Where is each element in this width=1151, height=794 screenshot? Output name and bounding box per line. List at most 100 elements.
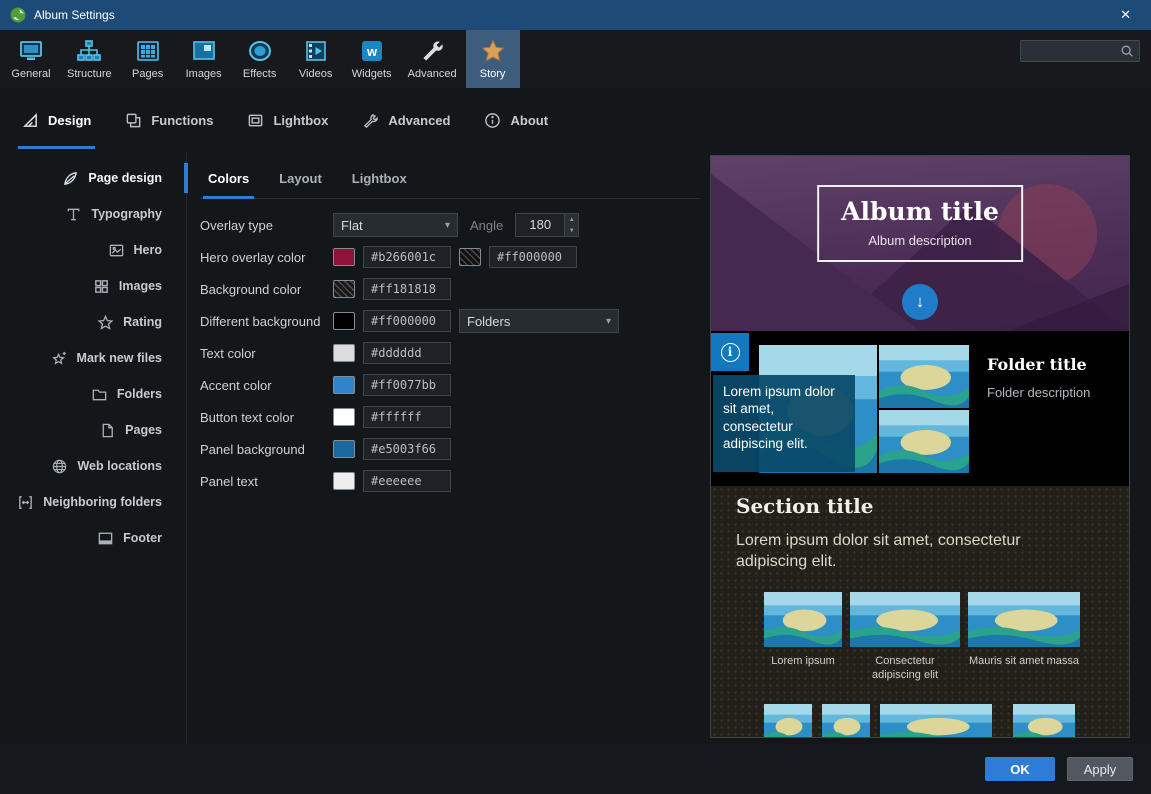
toolbar-item-structure[interactable]: Structure (60, 30, 119, 88)
hero-overlay-color2-swatch[interactable] (459, 248, 481, 266)
toolbar-item-widgets[interactable]: w Widgets (345, 30, 399, 88)
panel-text-swatch[interactable] (333, 472, 355, 490)
hero-overlay-color-value[interactable]: #b266001c (363, 246, 451, 268)
different-background-swatch[interactable] (333, 312, 355, 330)
form-tabs: Colors Layout Lightbox (200, 152, 700, 199)
angle-spinner[interactable]: 180▲▼ (515, 213, 579, 237)
sidebar-item-mark-new-files[interactable]: Mark new files (0, 340, 186, 376)
search-box[interactable] (1020, 40, 1140, 62)
accent-color-label: Accent color (200, 378, 333, 393)
sidebar-item-hero[interactable]: Hero (0, 232, 186, 268)
spinner-down-icon[interactable]: ▼ (565, 225, 578, 236)
form-tab-colors[interactable]: Colors (206, 164, 251, 198)
toolbar-item-story[interactable]: Story (466, 30, 520, 88)
background-color-swatch[interactable] (333, 280, 355, 298)
tab-advanced[interactable]: Advanced (362, 88, 450, 152)
pages-doc-icon (99, 422, 116, 439)
button-text-color-swatch[interactable] (333, 408, 355, 426)
tab-bar: Design Functions Lightbox Advanced About (0, 88, 1151, 152)
text-color-value[interactable]: #dddddd (363, 342, 451, 364)
button-text-color-value[interactable]: #ffffff (363, 406, 451, 428)
album-title: Album title (841, 197, 999, 226)
sidebar-item-images[interactable]: Images (0, 268, 186, 304)
thumbnail[interactable] (822, 704, 870, 738)
footer-bar: OK Apply (0, 745, 1151, 794)
tab-functions[interactable]: Functions (125, 88, 213, 152)
thumbnail[interactable]: Lorem ipsum (764, 592, 842, 668)
different-background-scope-select[interactable]: Folders▾ (459, 309, 619, 333)
apply-button[interactable]: Apply (1067, 757, 1133, 781)
text-color-swatch[interactable] (333, 344, 355, 362)
pages-icon (135, 38, 161, 64)
down-arrow-icon: ↓ (916, 292, 925, 312)
tab-design[interactable]: Design (22, 88, 91, 152)
thumbnail[interactable]: Consectetur adipiscing elit (850, 592, 960, 683)
toolbar-item-images[interactable]: Images (177, 30, 231, 88)
form-tab-lightbox[interactable]: Lightbox (350, 164, 409, 198)
scroll-down-button[interactable]: ↓ (902, 284, 938, 320)
sidebar-item-typography[interactable]: Typography (0, 196, 186, 232)
panel-background-value[interactable]: #e5003f66 (363, 438, 451, 460)
thumbnail[interactable] (880, 704, 992, 738)
thumbnail[interactable]: Mauris sit amet massa (968, 592, 1080, 668)
overlay-type-select[interactable]: Flat▾ (333, 213, 458, 237)
hero-overlay-color2-value[interactable]: #ff000000 (489, 246, 577, 268)
form-tab-layout[interactable]: Layout (277, 164, 324, 198)
page-design-icon (62, 170, 79, 187)
about-icon (484, 112, 501, 129)
advanced-icon (419, 38, 445, 64)
toolbar-item-effects[interactable]: Effects (233, 30, 287, 88)
hero-overlay-color-label: Hero overlay color (200, 250, 333, 265)
toolbar-item-videos[interactable]: Videos (289, 30, 343, 88)
bottom-thumbnail-row (764, 704, 1075, 738)
videos-icon (303, 38, 329, 64)
panel-background-swatch[interactable] (333, 440, 355, 458)
thumbnail[interactable] (1013, 704, 1075, 738)
widgets-icon: w (359, 38, 385, 64)
folders-icon (91, 386, 108, 403)
tab-about[interactable]: About (484, 88, 548, 152)
sidebar-item-page-design[interactable]: Page design (0, 160, 186, 196)
info-button[interactable]: i (711, 333, 749, 371)
neighboring-folders-icon (17, 494, 34, 511)
album-preview: Album title Album description ↓ i Lorem … (710, 155, 1130, 738)
ok-button[interactable]: OK (985, 757, 1055, 781)
search-input[interactable] (1026, 44, 1120, 58)
thumbnail-row: Lorem ipsum Consectetur adipiscing elit … (764, 592, 1080, 683)
accent-color-value[interactable]: #ff0077bb (363, 374, 451, 396)
album-description: Album description (841, 233, 999, 248)
sidebar-item-folders[interactable]: Folders (0, 376, 186, 412)
different-background-value[interactable]: #ff000000 (363, 310, 451, 332)
close-button[interactable]: ✕ (1110, 3, 1141, 27)
tab-lightbox[interactable]: Lightbox (247, 88, 328, 152)
different-background-label: Different background (200, 314, 333, 329)
functions-icon (125, 112, 142, 129)
design-icon (22, 112, 39, 129)
toolbar-item-pages[interactable]: Pages (121, 30, 175, 88)
form-row: Background color #ff181818 (200, 273, 700, 305)
thumbnail[interactable] (764, 704, 812, 738)
spinner-up-icon[interactable]: ▲ (565, 214, 578, 225)
panel-text-label: Panel text (200, 474, 333, 489)
sidebar-item-footer[interactable]: Footer (0, 520, 186, 556)
thumbnail-image (764, 592, 842, 647)
form-row: Accent color #ff0077bb (200, 369, 700, 401)
sidebar-item-web-locations[interactable]: Web locations (0, 448, 186, 484)
images-grid-icon (93, 278, 110, 295)
toolbar-item-general[interactable]: General (4, 30, 58, 88)
panel-text-value[interactable]: #eeeeee (363, 470, 451, 492)
sidebar-item-pages[interactable]: Pages (0, 412, 186, 448)
hero-overlay-color-swatch[interactable] (333, 248, 355, 266)
different-background-scope-select-value: Folders (467, 314, 510, 329)
footer-icon (97, 530, 114, 547)
sidebar-item-neighboring-folders[interactable]: Neighboring folders (0, 484, 186, 520)
form-row: Different background #ff000000 Folders▾ (200, 305, 700, 337)
toolbar-items: General Structure Pages Images Effects V… (4, 30, 520, 88)
thumbnail-image (850, 592, 960, 647)
sidebar-item-rating[interactable]: Rating (0, 304, 186, 340)
background-color-value[interactable]: #ff181818 (363, 278, 451, 300)
section-text: Lorem ipsum dolor sit amet, consectetur … (736, 530, 1088, 572)
app-logo-icon (10, 7, 26, 23)
toolbar-item-advanced[interactable]: Advanced (401, 30, 464, 88)
accent-color-swatch[interactable] (333, 376, 355, 394)
